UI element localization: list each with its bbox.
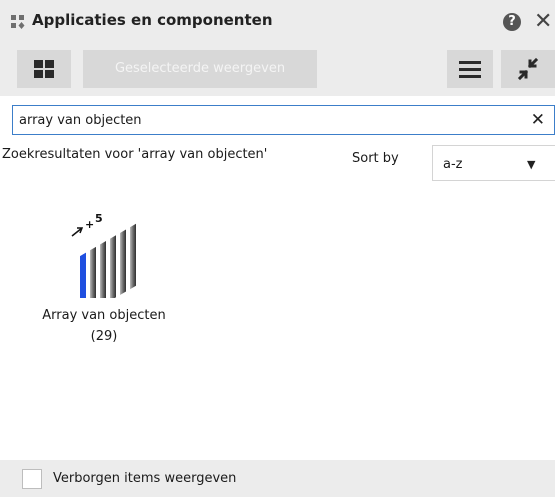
search-input[interactable] [13,106,519,134]
collapse-arrows-icon [517,57,539,81]
result-tile-label: Array van objecten [42,308,166,323]
sort-dropdown[interactable]: a-z ▼ [432,145,555,181]
show-hidden-checkbox[interactable] [22,469,42,489]
components-icon [11,15,25,29]
menu-button[interactable] [447,50,493,88]
footer-bar: Verborgen items weergeven [0,460,555,497]
show-selected-button[interactable]: Geselecteerde weergeven [83,50,317,88]
results-list: + 5 Array van objecten (29) [0,188,555,460]
search-box: ✕ [12,105,555,135]
collapse-button[interactable] [501,50,555,88]
results-heading: Zoekresultaten voor 'array van objecten' [2,147,268,162]
toolbar: Geselecteerde weergeven [0,44,555,96]
svg-text:+: + [85,218,94,231]
close-icon[interactable]: ✕ [534,8,552,36]
show-hidden-label: Verborgen items weergeven [53,471,237,486]
title-bar: Applicaties en componenten ? ✕ [0,0,555,44]
array-of-objects-icon: + 5 [71,212,136,298]
clear-search-icon[interactable]: ✕ [531,109,545,131]
svg-text:5: 5 [95,212,103,225]
panel-title: Applicaties en componenten [32,11,273,29]
grid-icon [34,60,54,78]
result-tile-count: (29) [90,329,118,344]
sort-value: a-z [443,157,463,172]
chevron-down-icon: ▼ [527,158,536,171]
tiles-view-button[interactable] [17,50,71,88]
hamburger-icon [459,61,481,78]
help-icon[interactable]: ? [503,13,521,31]
result-tile[interactable]: + 5 Array van objecten (29) [24,192,184,352]
sort-label: Sort by [352,151,399,166]
